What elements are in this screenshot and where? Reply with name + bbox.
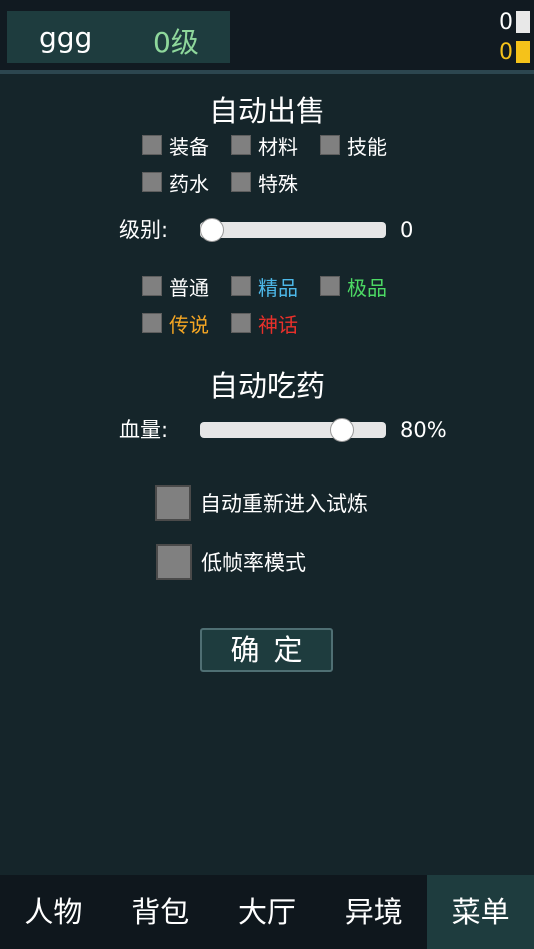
nav-tab-otherworld[interactable]: 异境 — [320, 875, 427, 949]
top-bar: ggg 0级 0 0 — [0, 0, 534, 70]
sell-category-skill[interactable]: 技能 — [320, 133, 387, 159]
sell-rarity-superior[interactable]: 极品 — [320, 274, 387, 300]
checkbox-icon[interactable] — [231, 313, 251, 333]
hp-slider-thumb[interactable] — [329, 418, 354, 442]
nav-tab-menu[interactable]: 菜单 — [427, 875, 534, 949]
checkbox-icon[interactable] — [231, 276, 251, 296]
player-card[interactable]: ggg 0级 — [7, 11, 230, 63]
sell-category-potion[interactable]: 药水 — [142, 170, 209, 196]
confirm-button[interactable]: 确定 — [200, 628, 333, 672]
level-slider-track[interactable] — [200, 222, 386, 238]
level-label: 级别: — [119, 218, 169, 242]
nav-tab-lobby[interactable]: 大厅 — [214, 875, 321, 949]
checkbox-label: 传说 — [169, 312, 209, 337]
header-divider — [0, 70, 534, 74]
bottom-nav: 人物 背包 大厅 异境 菜单 — [0, 875, 534, 949]
level-slider-thumb[interactable] — [200, 218, 224, 242]
sell-rarity-mythic[interactable]: 神话 — [231, 311, 298, 337]
gold-crystal-icon — [516, 41, 530, 63]
checkbox-label: 普通 — [169, 275, 209, 300]
sell-rarity-legendary[interactable]: 传说 — [142, 311, 209, 337]
checkbox-icon[interactable] — [156, 544, 192, 580]
checkbox-label: 极品 — [347, 275, 387, 300]
checkbox-icon[interactable] — [142, 313, 162, 333]
sell-category-material[interactable]: 材料 — [231, 133, 298, 159]
sell-category-special[interactable]: 特殊 — [231, 170, 298, 196]
checkbox-label: 精品 — [258, 275, 298, 300]
nav-tab-character[interactable]: 人物 — [0, 875, 107, 949]
checkbox-icon[interactable] — [155, 485, 191, 521]
currency-white-amount: 0 — [499, 9, 513, 35]
player-name: ggg — [39, 21, 93, 54]
checkbox-icon[interactable] — [231, 135, 251, 155]
low-fps-option[interactable]: 低帧率模式 — [156, 544, 306, 580]
low-fps-label: 低帧率模式 — [201, 551, 306, 575]
checkbox-icon[interactable] — [320, 135, 340, 155]
checkbox-icon[interactable] — [142, 135, 162, 155]
hp-value: 80% — [400, 418, 447, 442]
checkbox-label: 神话 — [258, 312, 298, 337]
currency-gold-amount: 0 — [499, 39, 513, 65]
checkbox-label: 装备 — [169, 134, 209, 159]
checkbox-label: 材料 — [258, 134, 298, 159]
sell-rarity-fine[interactable]: 精品 — [231, 274, 298, 300]
hp-slider-track[interactable] — [200, 422, 386, 438]
level-value: 0 — [400, 218, 414, 242]
sell-category-equipment[interactable]: 装备 — [142, 133, 209, 159]
checkbox-icon[interactable] — [320, 276, 340, 296]
auto-potion-title: 自动吃药 — [208, 369, 325, 403]
checkbox-label: 特殊 — [258, 171, 298, 196]
checkbox-label: 技能 — [347, 134, 387, 159]
auto-sell-title: 自动出售 — [208, 94, 325, 128]
nav-tab-backpack[interactable]: 背包 — [107, 875, 214, 949]
hp-label: 血量: — [119, 418, 169, 442]
sell-rarity-common[interactable]: 普通 — [142, 274, 209, 300]
checkbox-icon[interactable] — [142, 172, 162, 192]
auto-reenter-option[interactable]: 自动重新进入试炼 — [155, 485, 368, 521]
player-level: 0级 — [153, 26, 199, 59]
checkbox-icon[interactable] — [231, 172, 251, 192]
currency-white: 0 — [499, 9, 530, 35]
white-crystal-icon — [516, 11, 530, 33]
checkbox-label: 药水 — [169, 171, 209, 196]
auto-reenter-label: 自动重新进入试炼 — [200, 492, 368, 516]
checkbox-icon[interactable] — [142, 276, 162, 296]
currency-gold: 0 — [499, 39, 530, 65]
